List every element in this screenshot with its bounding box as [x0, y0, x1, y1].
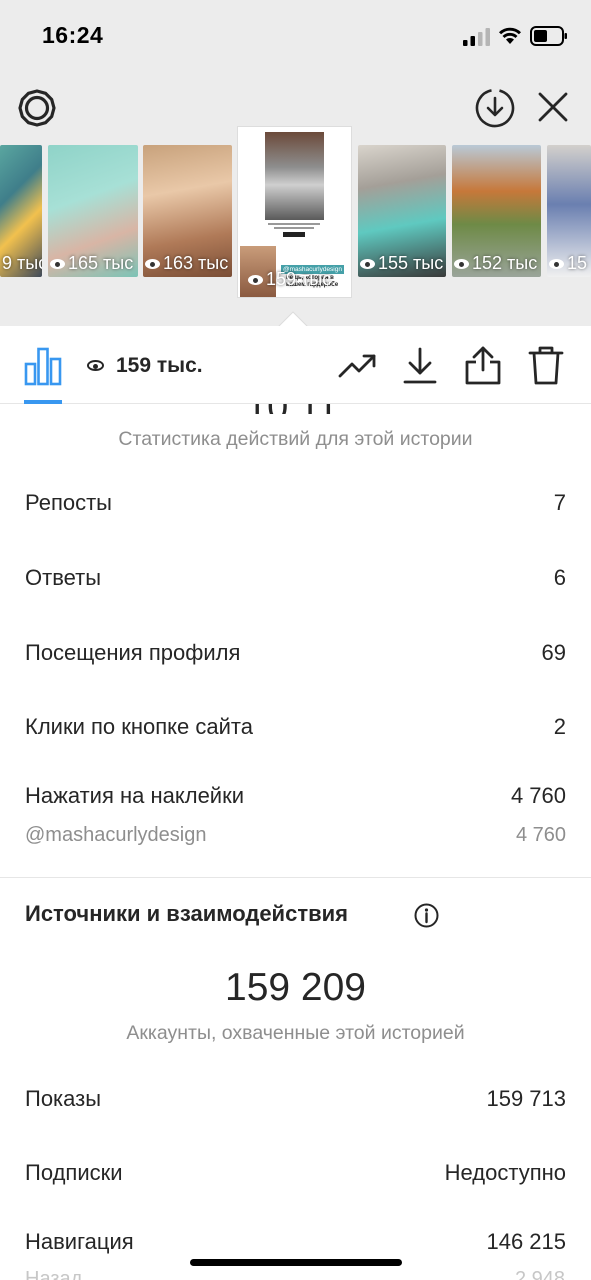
story-thumbnail[interactable]: 163 тыс — [143, 145, 232, 277]
stat-label: Ответы — [25, 565, 102, 590]
status-bar: 16:24 — [0, 0, 591, 70]
wifi-icon — [499, 27, 521, 44]
stat-value: 2 948 — [514, 1268, 565, 1280]
view-count: 159 тыс. — [87, 354, 203, 378]
stat-label: Подписки — [25, 1160, 123, 1185]
eye-icon — [50, 259, 65, 270]
stat-label: Нажатия на наклейки — [25, 783, 245, 808]
stat-value: 4 760 — [510, 783, 566, 808]
status-time: 16:24 — [42, 22, 104, 48]
stat-label: @mashacurlydesign — [25, 824, 207, 846]
stat-label: Клики по кнопке сайта — [25, 714, 253, 739]
stat-value: 159 713 — [486, 1086, 566, 1111]
stat-value: 146 215 — [486, 1229, 566, 1254]
save-icon[interactable] — [402, 346, 438, 386]
stat-label: Назад — [25, 1268, 83, 1280]
story-view-count: 163 тыс — [143, 253, 228, 274]
download-circle-icon[interactable] — [474, 87, 516, 129]
total-interactions-number: 10 11 — [0, 404, 591, 414]
chart-icon[interactable] — [24, 346, 62, 386]
stat-value: 6 — [553, 565, 566, 590]
eye-icon — [87, 360, 104, 371]
story-text-line — [268, 223, 320, 225]
story-thumbnail[interactable]: 15 — [547, 145, 591, 277]
stat-label: Репосты — [25, 490, 112, 515]
story-view-count: 159 тыс. — [248, 269, 336, 290]
story-button-graphic — [283, 232, 305, 237]
stat-row-back-partial: Назад 2 948 — [0, 1268, 591, 1280]
story-view-count: 9 тыс — [2, 253, 42, 273]
eye-icon — [549, 259, 564, 270]
interactions-subtitle: Статистика действий для этой истории — [118, 428, 473, 450]
reach-number: 159 209 — [225, 966, 366, 1009]
trash-icon[interactable] — [528, 344, 564, 386]
eye-icon — [145, 259, 160, 270]
selection-pointer — [278, 311, 308, 327]
trend-icon[interactable] — [338, 350, 378, 382]
close-icon[interactable] — [536, 90, 570, 124]
story-thumbnail[interactable]: 152 тыс — [452, 145, 541, 277]
selected-story-thumbnail[interactable]: @mashacurlydesign вещь, которая в вашем … — [237, 126, 352, 298]
reach-label: Аккаунты, охваченные этой историей — [126, 1022, 465, 1044]
info-icon[interactable] — [414, 903, 439, 928]
story-thumbnail[interactable]: 165 тыс — [48, 145, 138, 277]
story-view-count: 155 тыс — [358, 253, 443, 274]
story-thumbnail[interactable]: 9 тыс — [0, 145, 42, 277]
stat-value: 4 760 — [515, 824, 566, 846]
section-divider — [0, 877, 591, 878]
share-icon[interactable] — [464, 344, 502, 386]
story-view-count: 152 тыс — [452, 253, 537, 274]
story-photo — [265, 132, 324, 220]
home-indicator[interactable] — [190, 1259, 402, 1266]
story-view-count: 15 — [547, 253, 587, 274]
story-header-area: 16:24 9 тыс — [0, 0, 591, 326]
settings-icon[interactable] — [17, 88, 57, 128]
story-view-count: 165 тыс — [48, 253, 133, 274]
stat-label: Посещения профиля — [25, 640, 241, 665]
discovery-section-title: Источники и взаимодействия — [25, 901, 348, 926]
battery-icon — [530, 26, 567, 46]
stat-value: 69 — [541, 640, 566, 665]
stat-value: 2 — [553, 714, 566, 739]
stat-value: 7 — [553, 490, 566, 515]
story-action-bar: 159 тыс. — [0, 326, 591, 404]
story-text-line — [274, 227, 314, 229]
eye-icon — [248, 275, 263, 286]
stat-value: Недоступно — [444, 1160, 566, 1185]
stat-label: Навигация — [25, 1229, 134, 1254]
stat-label: Показы — [25, 1086, 102, 1111]
eye-icon — [360, 259, 375, 270]
eye-icon — [454, 259, 469, 270]
cellular-signal-icon — [463, 28, 490, 46]
story-thumbnail[interactable]: 155 тыс — [358, 145, 446, 277]
